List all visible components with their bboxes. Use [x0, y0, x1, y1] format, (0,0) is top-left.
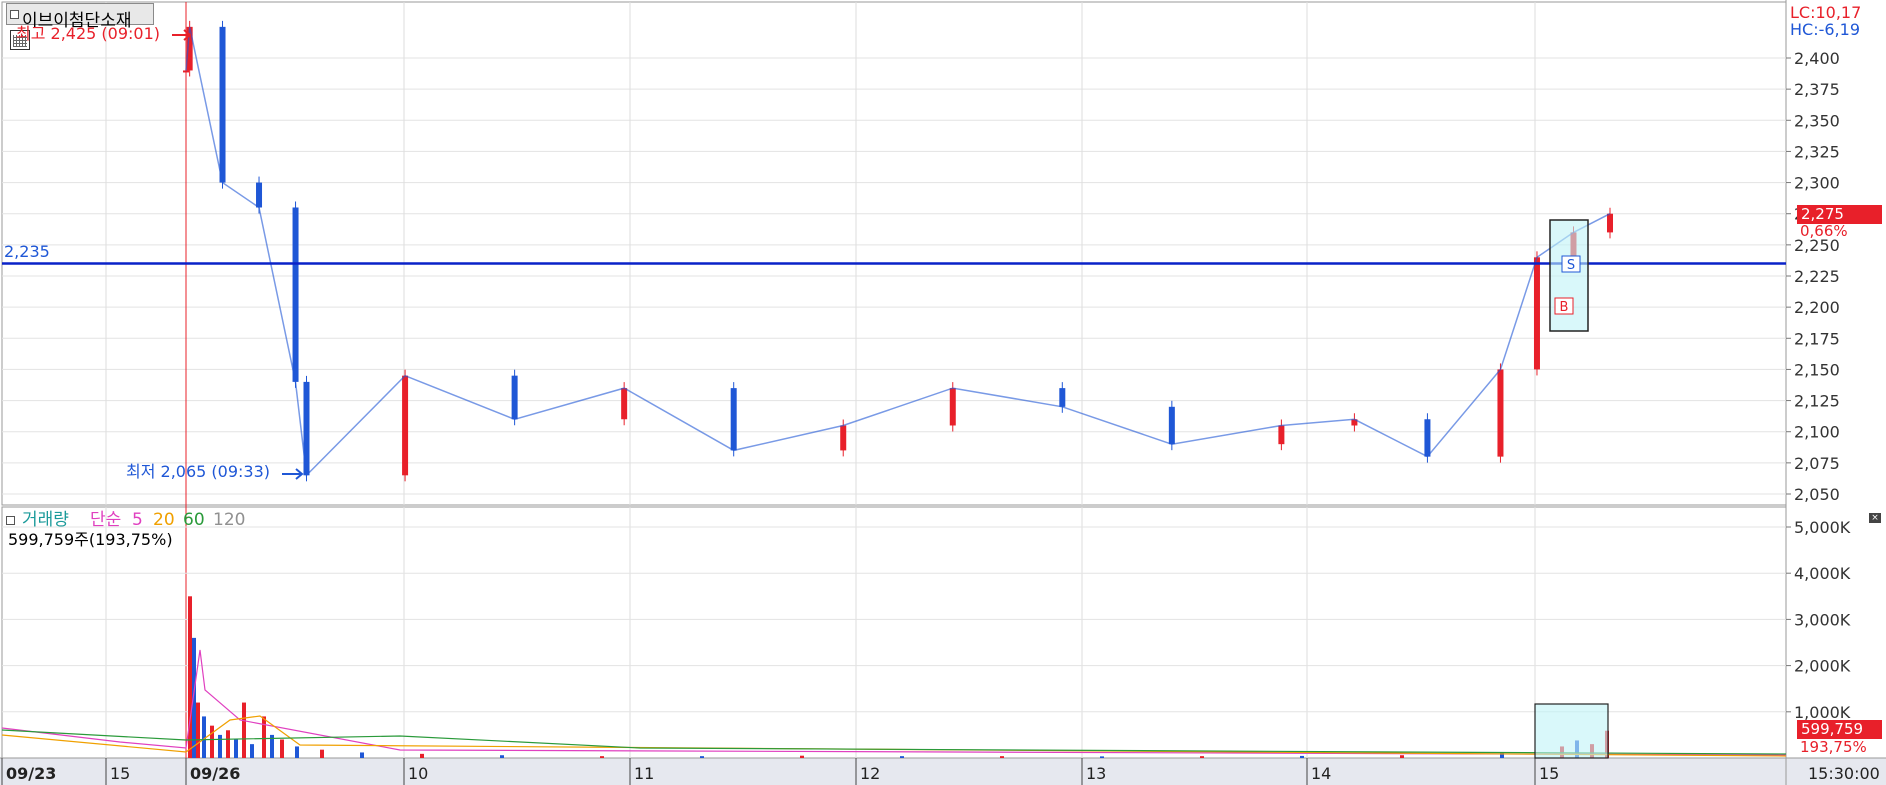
low-price-label: 최저 2,065 (09:33) [126, 462, 271, 481]
volume-bar [280, 739, 284, 758]
hc-label: HC:-6,19 [1790, 20, 1860, 39]
volume-bar [900, 756, 904, 758]
buy-marker-label: B [1560, 300, 1569, 315]
x-axis-label: 15 [1539, 764, 1559, 783]
volume-bar [295, 746, 299, 758]
price-tick-label: 2,200 [1794, 298, 1840, 317]
x-axis-bar [0, 758, 1886, 785]
volume-bar [234, 739, 238, 758]
price-candle [256, 182, 263, 208]
price-candle [1607, 213, 1613, 233]
price-candle [1168, 406, 1175, 445]
change-pct-label: 0,66% [1800, 222, 1848, 240]
price-tick-label: 2,300 [1794, 174, 1840, 193]
x-axis-label: 09/23 [6, 764, 56, 783]
ma120-legend[interactable]: 120 [213, 512, 245, 529]
price-tick-label: 2,100 [1794, 423, 1840, 442]
volume-highlight-box [1534, 703, 1609, 759]
x-axis-label: 09/26 [190, 764, 240, 783]
price-candle [730, 388, 737, 451]
volume-bar [1100, 756, 1104, 758]
ma60-legend[interactable]: 60 [183, 512, 205, 529]
simple-ma-legend[interactable]: 단순 [90, 512, 121, 529]
volume-bar [226, 730, 230, 758]
price-candle [402, 375, 409, 476]
background [0, 0, 1886, 785]
volume-bar [196, 702, 200, 758]
price-tick-label: 2,225 [1794, 267, 1840, 286]
volume-bar [500, 755, 504, 758]
volume-tick-label: 4,000K [1794, 564, 1851, 583]
price-candle [1059, 388, 1066, 407]
volume-bar [1400, 755, 1404, 758]
price-tick-label: 2,075 [1794, 454, 1840, 473]
price-candle [949, 388, 956, 426]
volume-legend[interactable]: 거래량 [22, 512, 69, 529]
volume-bar [250, 744, 254, 758]
price-tick-label: 2,050 [1794, 485, 1840, 504]
price-candle [183, 70, 189, 73]
price-tick-label: 2,150 [1794, 360, 1840, 379]
volume-bar [210, 725, 214, 758]
close-icon[interactable]: × [1869, 513, 1881, 523]
volume-bar [600, 756, 604, 758]
volume-summary: 599,759주(193,75%) [8, 530, 173, 549]
volume-bar [1000, 756, 1004, 758]
x-axis-label: 10 [408, 764, 428, 783]
volume-bar [800, 755, 804, 758]
x-axis-label: 13 [1086, 764, 1106, 783]
lc-label: LC:10,17 [1790, 3, 1862, 22]
volume-panel-icon [6, 516, 15, 525]
x-axis-label: 14 [1311, 764, 1331, 783]
ma5-legend[interactable]: 5 [132, 512, 143, 529]
selector-icon [10, 10, 19, 19]
price-candle [1278, 425, 1285, 445]
sell-marker-label: S [1567, 258, 1575, 273]
volume-tick-label: 2,000K [1794, 657, 1851, 676]
price-tick-label: 2,175 [1794, 329, 1840, 348]
volume-bar [262, 716, 266, 758]
price-tick-label: 2,125 [1794, 392, 1840, 411]
volume-tick-label: 3,000K [1794, 610, 1851, 629]
price-candle [292, 207, 299, 382]
high-price-label: 최고 2,425 (09:01) [16, 24, 161, 43]
price-tick-label: 2,375 [1794, 80, 1840, 99]
x-axis-label: 11 [634, 764, 654, 783]
reference-line-label: 2,235 [4, 242, 50, 261]
current-volume-tag: 599,759 [1797, 720, 1882, 739]
x-axis-time: 15:30:00 [1808, 764, 1880, 783]
volume-bar [1300, 755, 1304, 758]
price-candle [840, 425, 847, 451]
price-tick-label: 2,400 [1794, 49, 1840, 68]
volume-bar [700, 756, 704, 758]
volume-pct-label: 193,75% [1800, 738, 1867, 756]
volume-bar [420, 753, 424, 758]
x-axis-label: 15 [110, 764, 130, 783]
volume-bar [242, 702, 246, 758]
volume-bar [218, 734, 222, 758]
price-candle [1424, 419, 1431, 457]
stock-selector-button[interactable]: 이브이첨단소재 [6, 3, 154, 31]
chart-canvas: 2,4002,3752,3502,3252,3002,2752,2502,225… [0, 0, 1886, 785]
volume-tick-label: 1,000K [1794, 703, 1851, 722]
ma20-legend[interactable]: 20 [153, 512, 175, 529]
price-candle [511, 375, 518, 420]
volume-bar [320, 749, 324, 758]
x-axis-label: 12 [860, 764, 880, 783]
price-candle [1497, 369, 1504, 457]
price-candle [621, 388, 628, 420]
price-candle [1533, 257, 1540, 370]
price-tick-label: 2,325 [1794, 142, 1840, 161]
price-candle [219, 26, 226, 183]
price-tick-label: 2,350 [1794, 111, 1840, 130]
volume-bar [360, 752, 364, 758]
volume-bar [1200, 756, 1204, 758]
volume-tick-label: 5,000K [1794, 518, 1851, 537]
